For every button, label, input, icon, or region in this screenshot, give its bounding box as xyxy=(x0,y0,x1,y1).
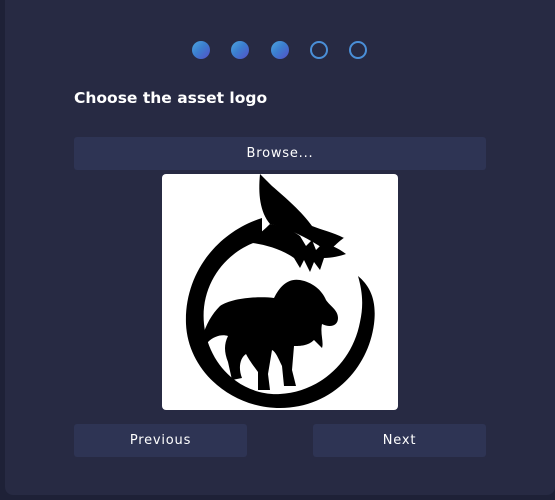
next-button[interactable]: Next xyxy=(313,424,486,457)
step-3-dot xyxy=(271,41,289,59)
page-title: Choose the asset logo xyxy=(74,89,268,107)
previous-button[interactable]: Previous xyxy=(74,424,247,457)
step-5-dot xyxy=(349,41,367,59)
shark-dog-moon-logo-icon xyxy=(185,174,375,408)
logo-preview xyxy=(162,174,398,410)
step-1-dot xyxy=(192,41,210,59)
step-indicator xyxy=(5,41,555,61)
browse-button[interactable]: Browse... xyxy=(74,137,486,170)
step-2-dot xyxy=(231,41,249,59)
wizard-dialog: Choose the asset logo Browse... Previous… xyxy=(5,0,555,495)
step-4-dot xyxy=(310,41,328,59)
